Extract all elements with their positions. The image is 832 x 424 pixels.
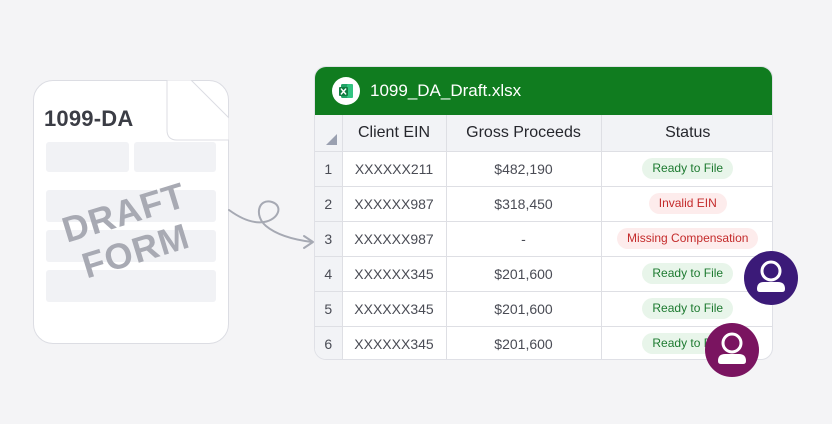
form-field	[134, 142, 216, 172]
row-number[interactable]: 5	[315, 290, 343, 327]
row-number[interactable]: 3	[315, 220, 343, 257]
document-title: 1099-DA	[44, 106, 134, 131]
row-number[interactable]: 2	[315, 185, 343, 222]
gross-proceeds-cell[interactable]: $201,600	[445, 255, 602, 292]
status-cell[interactable]: Ready to File	[600, 150, 772, 187]
status-cell[interactable]: Invalid EIN	[600, 185, 772, 222]
table-row[interactable]: 1 XXXXXX211 $482,190 Ready to File	[315, 150, 772, 187]
client-ein-cell[interactable]: XXXXXX345	[341, 290, 447, 327]
excel-icon	[332, 77, 360, 105]
gross-proceeds-cell[interactable]: -	[445, 220, 602, 257]
status-badge: Missing Compensation	[617, 228, 759, 249]
table-row[interactable]: 2 XXXXXX987 $318,450 Invalid EIN	[315, 185, 772, 222]
corner-triangle-icon	[325, 133, 337, 145]
select-all-corner[interactable]	[315, 115, 343, 152]
curly-arrow-icon	[228, 200, 314, 249]
form-field	[46, 142, 129, 172]
spreadsheet-titlebar: 1099_DA_Draft.xlsx	[315, 67, 772, 115]
row-number[interactable]: 4	[315, 255, 343, 292]
gross-proceeds-cell[interactable]: $201,600	[445, 325, 602, 359]
client-ein-cell[interactable]: XXXXXX345	[341, 325, 447, 359]
status-badge: Ready to File	[642, 263, 734, 284]
spreadsheet-window: 1099_DA_Draft.xlsx Client EIN Gross Proc…	[314, 66, 773, 360]
user-avatar-icon	[705, 323, 759, 377]
gross-proceeds-cell[interactable]: $482,190	[445, 150, 602, 187]
status-badge: Ready to File	[642, 298, 734, 319]
gross-proceeds-cell[interactable]: $201,600	[445, 290, 602, 327]
status-badge: Ready to File	[642, 158, 734, 179]
user-avatar-icon	[744, 251, 798, 305]
table-row[interactable]: 5 XXXXXX345 $201,600 Ready to File	[315, 290, 772, 327]
user-avatar[interactable]	[705, 323, 759, 377]
column-header[interactable]: Client EIN	[341, 115, 447, 152]
table-row[interactable]: 4 XXXXXX345 $201,600 Ready to File	[315, 255, 772, 292]
status-badge: Invalid EIN	[648, 193, 727, 214]
row-number[interactable]: 6	[315, 325, 343, 359]
row-number[interactable]: 1	[315, 150, 343, 187]
client-ein-cell[interactable]: XXXXXX345	[341, 255, 447, 292]
client-ein-cell[interactable]: XXXXXX987	[341, 220, 447, 257]
file-name: 1099_DA_Draft.xlsx	[370, 81, 522, 100]
header-row: Client EIN Gross Proceeds Status	[315, 115, 772, 152]
column-header[interactable]: Gross Proceeds	[445, 115, 602, 152]
client-ein-cell[interactable]: XXXXXX987	[341, 185, 447, 222]
user-avatar[interactable]	[744, 251, 798, 305]
page-fold-icon	[166, 80, 229, 141]
table-row[interactable]: 3 XXXXXX987- Missing Compensation	[315, 220, 772, 257]
column-header[interactable]: Status	[600, 115, 772, 152]
client-ein-cell[interactable]: XXXXXX211	[341, 150, 447, 187]
gross-proceeds-cell[interactable]: $318,450	[445, 185, 602, 222]
